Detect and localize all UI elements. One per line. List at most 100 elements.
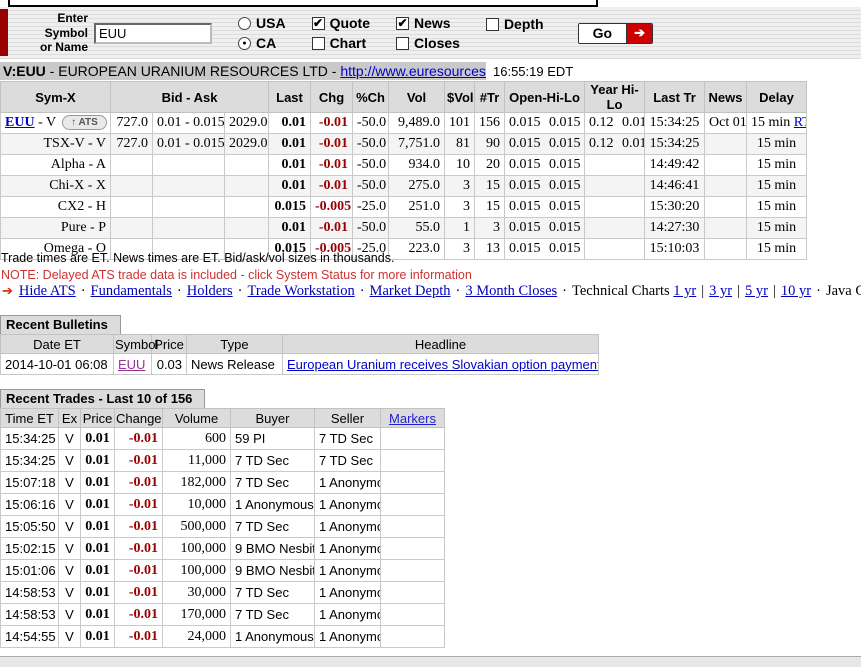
cell-trade-markers [381, 494, 445, 516]
symbol-input[interactable] [94, 23, 212, 44]
col-header-delay: Delay [747, 82, 807, 113]
checkbox-quote[interactable]: ✔ Quote [312, 15, 370, 31]
cell-ntr: 20 [475, 155, 505, 176]
cell-year-hi-lo [585, 155, 645, 176]
cell-dvol: 101 [445, 113, 475, 134]
bulletin-headline-link[interactable]: European Uranium receives Slovakian opti… [287, 357, 599, 372]
cell-trade-seller: 1 Anonymous [315, 472, 381, 494]
cell-ask-size [225, 218, 269, 239]
cell-bid-size [111, 155, 153, 176]
checkbox-chart-box-icon[interactable] [312, 37, 325, 50]
cell-trade-volume: 30,000 [163, 582, 231, 604]
col-header-change: Change [115, 409, 163, 428]
cell-chg: -0.01 [311, 155, 353, 176]
checkbox-news-label: News [414, 15, 451, 31]
cell-trade-buyer: 9 BMO Nesbitt [231, 538, 315, 560]
realtime-upgrade-link[interactable]: RT 2¢ [794, 115, 807, 130]
checkbox-quote-box-icon[interactable]: ✔ [312, 17, 325, 30]
col-header-vol: Vol [389, 82, 445, 113]
cell-trade-buyer: 7 TD Sec [231, 582, 315, 604]
radio-usa-circle-icon[interactable] [238, 17, 251, 30]
quote-row-chix: Chi-X - X 0.01 -0.01 -50.0 275.0 3 15 0.… [1, 176, 807, 197]
cell-news [705, 239, 747, 260]
radio-ca[interactable]: ● CA [238, 35, 286, 51]
three-month-closes-link[interactable]: 3 Month Closes [465, 283, 557, 299]
cell-trade-seller: 1 Anonymous [315, 560, 381, 582]
market-depth-link[interactable]: Market Depth [370, 283, 451, 299]
markers-link[interactable]: Markers [389, 411, 436, 426]
cell-last-tr: 14:49:42 [645, 155, 705, 176]
cell-trade-change: -0.01 [115, 472, 163, 494]
checkbox-closes-box-icon[interactable] [396, 37, 409, 50]
col-header-headline: Headline [283, 335, 599, 354]
links-arrow-icon: ➔ [2, 283, 13, 298]
cell-trade-ex: V [59, 604, 81, 626]
col-header-last-tr: Last Tr [645, 82, 705, 113]
checkbox-news-box-icon[interactable]: ✔ [396, 17, 409, 30]
cell-trade-volume: 500,000 [163, 516, 231, 538]
ats-toggle-button[interactable]: ↑ ATS [62, 115, 107, 130]
cell-trade-volume: 24,000 [163, 626, 231, 648]
checkbox-chart[interactable]: Chart [312, 35, 370, 51]
cell-trade-buyer: 9 BMO Nesbitt [231, 560, 315, 582]
cell-trade-ex: V [59, 428, 81, 450]
cell-vol: 251.0 [389, 197, 445, 218]
cell-trade-seller: 7 TD Sec [315, 428, 381, 450]
ats-delay-note: NOTE: Delayed ATS trade data is included… [1, 267, 472, 284]
cell-delay: 15 min [747, 239, 807, 260]
quote-row-tsxv: TSX-V - V 727.0 0.01 - 0.015 2029.0 0.01… [1, 134, 807, 155]
cell-trade-markers [381, 604, 445, 626]
cell-trade-seller: 1 Anonymous [315, 626, 381, 648]
chart-1yr-link[interactable]: 1 yr [673, 283, 696, 299]
col-header-time-et: Time ET [1, 409, 59, 428]
cell-trade-change: -0.01 [115, 582, 163, 604]
checkbox-news[interactable]: ✔ News [396, 15, 460, 31]
cell-chg: -0.01 [311, 134, 353, 155]
cell-bulletin-date: 2014-10-01 06:08 [1, 354, 114, 375]
company-website-link[interactable]: http://www.euresources.com [340, 63, 486, 79]
cell-year-hi-lo: 0.12 0.015 [585, 113, 645, 134]
cell-trade-change: -0.01 [115, 494, 163, 516]
cell-ntr: 15 [475, 197, 505, 218]
cell-open-hi-lo: 0.015 0.015 0.01 [505, 176, 585, 197]
cell-trade-buyer: 7 TD Sec [231, 604, 315, 626]
cell-trade-buyer: 1 Anonymous [231, 494, 315, 516]
cell-symbol: CX2 - H [1, 197, 111, 218]
cell-trade-volume: 182,000 [163, 472, 231, 494]
col-header-chg: Chg [311, 82, 353, 113]
checkbox-closes[interactable]: Closes [396, 35, 460, 51]
cell-trade-ex: V [59, 516, 81, 538]
cell-trade-seller: 1 Anonymous [315, 604, 381, 626]
checkbox-depth-box-icon[interactable] [486, 18, 499, 31]
cell-last-tr: 15:34:25 [645, 134, 705, 155]
cell-trade-price: 0.01 [81, 538, 115, 560]
bulletins-table: Date ET Symbol Price Type Headline 2014-… [0, 334, 599, 375]
fundamentals-link[interactable]: Fundamentals [91, 283, 172, 299]
chart-3yr-link[interactable]: 3 yr [709, 283, 732, 299]
hide-ats-link[interactable]: Hide ATS [19, 283, 76, 299]
trade-row: 15:02:15 V 0.01 -0.01 100,000 9 BMO Nesb… [1, 538, 445, 560]
chart-10yr-link[interactable]: 10 yr [781, 283, 811, 299]
col-header-open-hi-lo: Open-Hi-Lo [505, 82, 585, 113]
cell-trade-time: 15:07:18 [1, 472, 59, 494]
cell-last: 0.01 [269, 176, 311, 197]
cell-bid-size [111, 218, 153, 239]
cell-trade-buyer: 1 Anonymous [231, 626, 315, 648]
holders-link[interactable]: Holders [187, 283, 233, 299]
go-button[interactable]: Go ➔ [578, 23, 653, 44]
cell-symbol: EUU - V↑ ATS [1, 113, 111, 134]
trade-row: 14:58:53 V 0.01 -0.01 170,000 7 TD Sec 1… [1, 604, 445, 626]
cell-pctch: -50.0 [353, 134, 389, 155]
chart-5yr-link[interactable]: 5 yr [745, 283, 768, 299]
checkbox-depth[interactable]: Depth [486, 16, 544, 32]
trade-workstation-link[interactable]: Trade Workstation [248, 283, 355, 299]
cell-ask-size [225, 197, 269, 218]
cell-pctch: -25.0 [353, 197, 389, 218]
cell-dvol: 1 [445, 218, 475, 239]
symbol-entry-label-line2: or Name [40, 40, 88, 54]
symbol-euu-link[interactable]: EUU [5, 115, 35, 130]
radio-ca-circle-icon[interactable]: ● [238, 37, 251, 50]
radio-usa[interactable]: USA [238, 15, 286, 31]
bulletin-symbol-link[interactable]: EUU [118, 357, 145, 372]
cell-news [705, 176, 747, 197]
